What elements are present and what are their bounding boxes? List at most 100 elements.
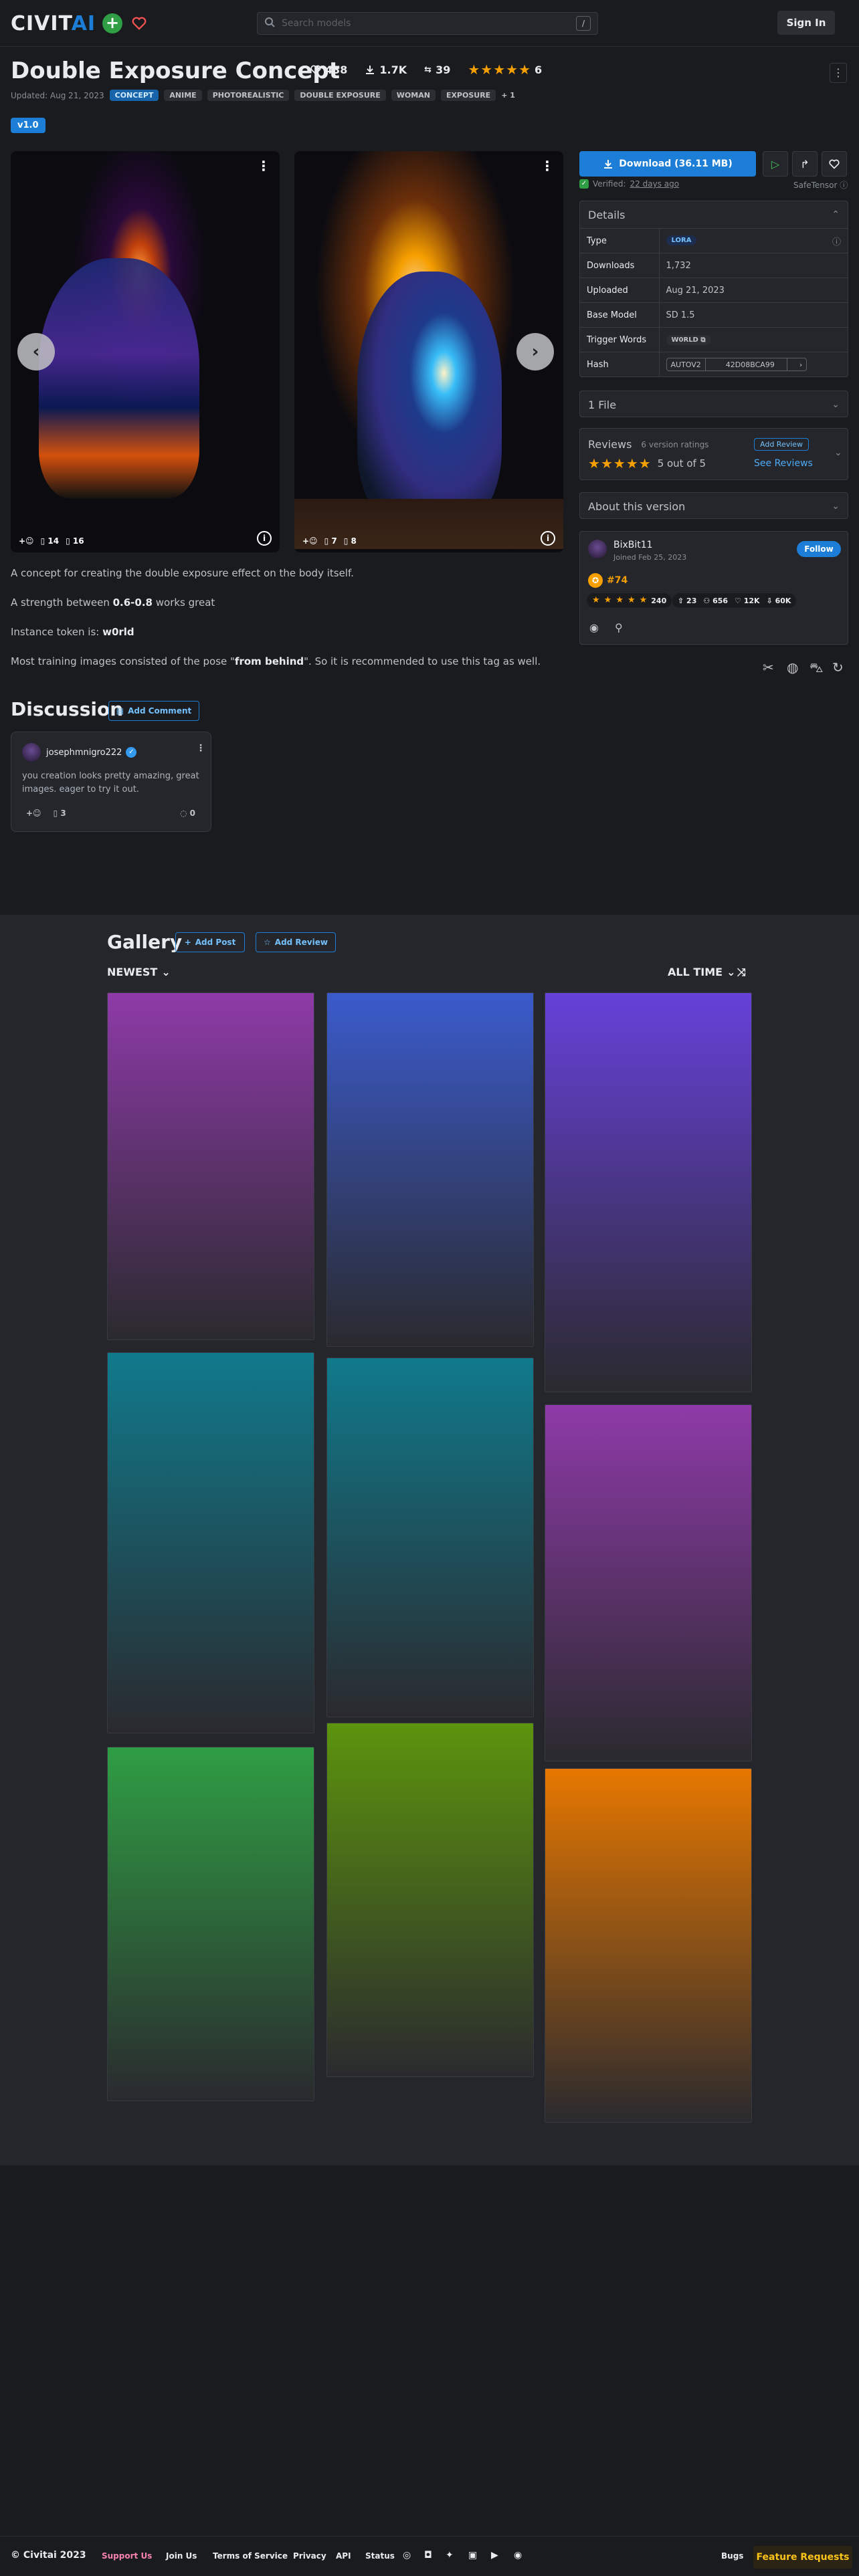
reddit-icon[interactable]: ◉ — [514, 2550, 522, 2561]
refresh-icon[interactable]: ↻ — [832, 659, 844, 675]
comment-user[interactable]: josephmnigro222 — [46, 748, 122, 758]
gallery-section: Gallery + Add Post ☆ Add Review NEWEST ⌄ AL… — [0, 915, 859, 2165]
tools-icon[interactable]: ✂ — [763, 659, 774, 675]
share-button[interactable]: ↱ — [792, 151, 818, 177]
search-input[interactable]: Search models — [282, 18, 569, 29]
add-comment-button[interactable]: ▤ Add Comment — [108, 701, 199, 721]
downloads-stat: 1.7K — [359, 62, 412, 78]
image-reactions[interactable]: +☺ ▯ 7 ▯ 8 — [302, 536, 357, 546]
about-version-panel[interactable]: About this version ⌄ — [579, 492, 848, 519]
gallery-image[interactable] — [545, 1768, 752, 2123]
discord-icon[interactable]: ◘ — [424, 2550, 432, 2561]
gallery-image[interactable] — [545, 1404, 752, 1761]
collections-stat: ⇆ 39 — [424, 63, 451, 76]
add-reaction-icon[interactable]: +☺ — [26, 809, 41, 818]
sign-in-button[interactable]: Sign In — [777, 11, 835, 35]
cart-icon[interactable]: ⛍ — [809, 659, 824, 677]
add-review-button[interactable]: Add Review — [754, 438, 809, 451]
avatar[interactable] — [22, 743, 41, 762]
creator-name[interactable]: BixBit11 — [613, 540, 653, 550]
reply-count[interactable]: ◌ 0 — [180, 809, 195, 818]
likes-stat[interactable]: 438 — [305, 62, 353, 78]
chevron-down-icon[interactable]: ⌄ — [834, 447, 842, 458]
details-table: Type LORA ⓘ Downloads 1,732 Uploaded Aug 21,… — [580, 228, 848, 377]
footer-link-support[interactable]: Support Us — [102, 2551, 152, 2561]
model-stats: 438 1.7K ⇆ 39 ★ ★ ★ ★ ★ 6 — [305, 62, 547, 78]
carousel-prev-button[interactable]: ‹ — [17, 333, 55, 370]
footer-link-terms[interactable]: Terms of Service — [213, 2551, 288, 2561]
version-badge[interactable]: v1.0 — [11, 118, 45, 133]
search-bar[interactable]: Search models / — [257, 12, 598, 35]
files-panel[interactable]: 1 File ⌄ — [579, 391, 848, 417]
avatar[interactable] — [588, 540, 607, 558]
carousel-next-button[interactable]: › — [516, 333, 554, 370]
info-icon[interactable]: i — [541, 531, 555, 546]
footer-link-join[interactable]: Join Us — [166, 2551, 197, 2561]
image-menu-icon[interactable]: ⋮ — [541, 158, 554, 174]
gallery-image[interactable] — [326, 1723, 534, 2077]
info-icon[interactable]: i — [257, 531, 272, 546]
rating-stat[interactable]: ★ ★ ★ ★ ★ 6 — [462, 62, 547, 78]
add-review-button[interactable]: ☆ Add Review — [256, 932, 336, 952]
run-button[interactable]: ▷ — [763, 151, 788, 177]
instagram-icon[interactable]: ▣ — [468, 2550, 477, 2561]
period-dropdown[interactable]: ALL TIME ⌄ — [668, 966, 735, 978]
link-icon[interactable]: ⚲ — [615, 621, 623, 634]
tag[interactable]: CONCEPT — [109, 90, 159, 101]
footer-link-privacy[interactable]: Privacy — [293, 2551, 326, 2561]
globe-icon[interactable]: ◍ — [787, 659, 798, 675]
trigger-word[interactable]: W0RLD ⧉ — [666, 335, 711, 345]
tag[interactable]: EXPOSURE — [440, 90, 496, 101]
creator-joined: Joined Feb 25, 2023 — [613, 553, 687, 562]
gallery-image[interactable] — [326, 1358, 534, 1717]
shuffle-icon[interactable]: ⤨ — [737, 966, 746, 979]
gallery-image[interactable] — [326, 992, 534, 1347]
details-header[interactable]: Details ⌃ — [580, 201, 848, 228]
like-button[interactable] — [822, 151, 847, 177]
gallery-title: Gallery — [107, 931, 183, 953]
gallery-image[interactable] — [107, 1747, 314, 2101]
tag[interactable]: ANIME — [164, 90, 202, 101]
more-tags[interactable]: + 1 — [501, 91, 515, 100]
heart-icon — [310, 65, 321, 75]
youtube-icon[interactable]: ▶ — [491, 2550, 498, 2561]
comment-card: josephmnigro222 ✓ ⋮ you creation looks p… — [11, 732, 211, 832]
add-post-button[interactable]: + Add Post — [175, 932, 245, 952]
gallery-image[interactable] — [107, 1352, 314, 1733]
add-reaction-icon[interactable]: +☺ — [19, 536, 34, 546]
see-reviews-link[interactable]: See Reviews — [754, 458, 813, 469]
sort-dropdown[interactable]: NEWEST ⌄ — [107, 966, 171, 978]
heart-icon[interactable] — [129, 13, 149, 33]
followers-icon: ⚇ 656 — [703, 596, 729, 605]
image-reactions[interactable]: +☺ ▯ 14 ▯ 16 — [19, 536, 84, 546]
gallery-image[interactable] — [545, 992, 752, 1392]
tag[interactable]: WOMAN — [391, 90, 436, 101]
footer-link-api[interactable]: API — [336, 2551, 351, 2561]
gallery-image[interactable] — [107, 992, 314, 1340]
image-menu-icon[interactable]: ⋮ — [257, 158, 270, 174]
logo[interactable]: CIVITAI + — [11, 12, 149, 35]
footer-link-status[interactable]: Status — [365, 2551, 395, 2561]
add-reaction-icon[interactable]: +☺ — [302, 536, 318, 546]
follow-button[interactable]: Follow — [797, 541, 841, 557]
creator-rating: ★ ★ ★ ★ ★ 240 — [587, 593, 672, 608]
comment-menu-icon[interactable]: ⋮ — [196, 743, 205, 754]
hash-box[interactable]: AUTOV2 42D08BCA99 › — [666, 358, 807, 372]
trophy-icon: ✪ — [588, 573, 603, 588]
rank-badge: ✪ #74 — [588, 573, 628, 588]
tag[interactable]: PHOTOREALISTIC — [207, 90, 290, 101]
details-panel: Details ⌃ Type LORA ⓘ Downloads 1,732 Upload… — [579, 201, 848, 377]
feature-requests-button[interactable]: Feature Requests — [753, 2546, 852, 2569]
download-icon — [366, 66, 375, 74]
tag[interactable]: DOUBLE EXPOSURE — [294, 90, 386, 101]
updated-date: Updated: Aug 21, 2023 — [11, 90, 104, 100]
reviews-panel: Reviews 6 version ratings ★ ★ ★ ★ ★ 5 out of… — [579, 428, 848, 480]
github-icon[interactable]: ◎ — [403, 2550, 411, 2561]
bugs-link[interactable]: Bugs — [721, 2551, 743, 2561]
download-button[interactable]: Download (36.11 MB) — [579, 151, 756, 177]
more-options-button[interactable]: ⋮ — [830, 63, 847, 83]
chevron-down-icon: ⌄ — [832, 501, 840, 512]
twitter-icon[interactable]: ✦ — [446, 2550, 454, 2561]
create-plus-icon[interactable]: + — [102, 13, 123, 33]
reddit-icon[interactable]: ◉ — [589, 621, 599, 634]
